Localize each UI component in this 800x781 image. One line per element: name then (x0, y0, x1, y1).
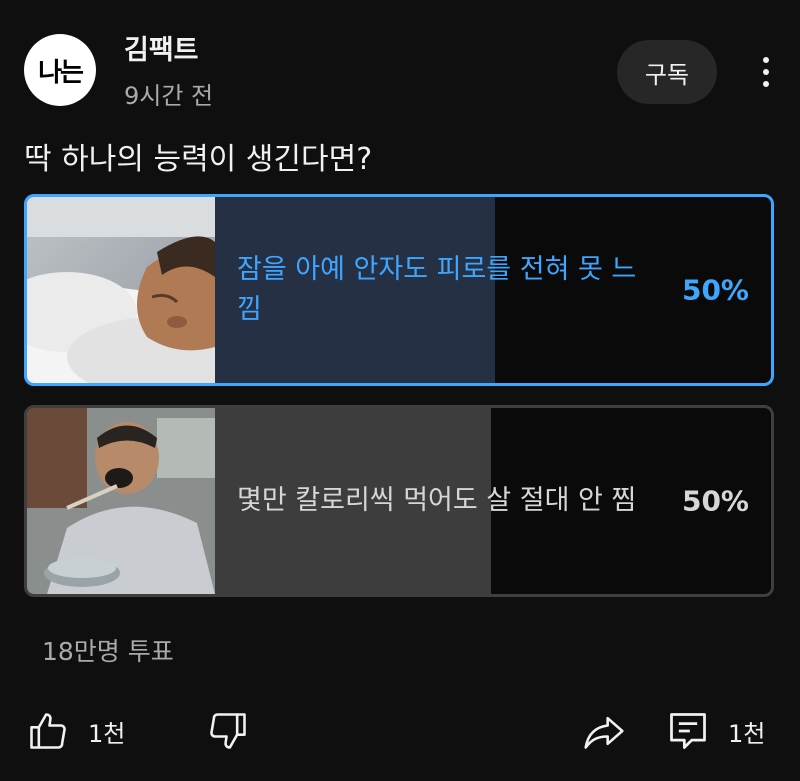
comment-count: 1천 (728, 719, 766, 748)
comment-button[interactable]: 1천 (666, 706, 765, 756)
poll-option-1[interactable]: 잠을 아예 안자도 피로를 전혀 못 느낌 50% (24, 194, 774, 386)
poll-option-percent: 50% (681, 484, 749, 518)
channel-avatar[interactable]: 나는 (24, 34, 96, 106)
like-button[interactable]: 1천 (26, 706, 125, 756)
avatar-logo-text: 나는 (38, 57, 84, 88)
poll-option-percent: 50% (681, 273, 749, 307)
thumbs-up-icon (30, 713, 66, 749)
share-button[interactable] (582, 706, 626, 756)
like-count: 1천 (88, 719, 126, 748)
poll-option-label: 잠을 아예 안자도 피로를 전혀 못 느낌 (237, 254, 637, 325)
vote-count: 18만명 투표 (42, 637, 174, 666)
post-timestamp: 9시간 전 (124, 82, 214, 110)
dislike-button[interactable] (206, 706, 250, 756)
poll-option-label: 몇만 칼로리씩 먹어도 살 절대 안 찜 (237, 485, 637, 516)
eating-man-thumbnail (27, 408, 215, 594)
subscribe-button[interactable]: 구독 (617, 40, 717, 104)
comment-icon (670, 713, 706, 749)
thumbs-down-icon (210, 713, 246, 749)
share-icon (584, 716, 624, 749)
channel-name[interactable]: 김팩트 (124, 28, 199, 67)
poll-option-2[interactable]: 몇만 칼로리씩 먹어도 살 절대 안 찜 50% (24, 405, 774, 597)
more-options-icon[interactable] (750, 50, 782, 94)
sleeping-man-thumbnail (27, 197, 247, 383)
poll-question: 딱 하나의 능력이 생긴다면? (24, 142, 373, 177)
